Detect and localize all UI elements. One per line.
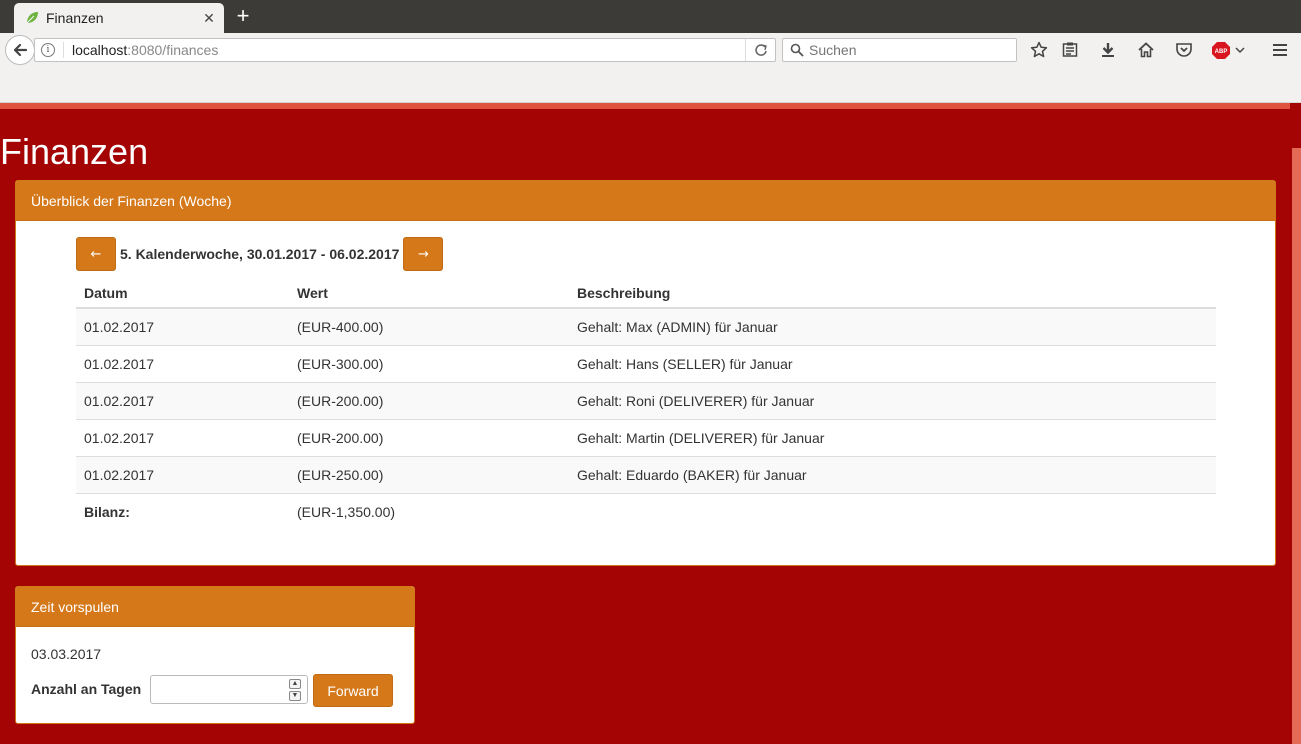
cell-datum: 01.02.2017: [76, 381, 289, 419]
column-header-wert: Wert: [289, 278, 569, 309]
previous-week-button[interactable]: ←: [76, 237, 116, 271]
forward-button[interactable]: Forward: [313, 674, 393, 707]
url-separator: [63, 42, 64, 58]
bilanz-row: Bilanz: (EUR-1,350.00): [76, 492, 1216, 530]
cell-wert: (EUR-200.00): [289, 418, 569, 456]
browser-tab-bar: Finanzen ✕ +: [0, 0, 1301, 33]
search-bar[interactable]: [782, 38, 1017, 62]
column-header-datum: Datum: [76, 278, 289, 309]
bookmark-star-icon[interactable]: [1029, 40, 1049, 60]
page-content: Finanzen Überblick der Finanzen (Woche) …: [0, 103, 1290, 744]
cell-datum: 01.02.2017: [76, 455, 289, 493]
url-path: :8080/finances: [127, 42, 219, 58]
current-date: 03.03.2017: [31, 646, 102, 662]
table-row: 01.02.2017 (EUR-400.00) Gehalt: Max (ADM…: [76, 307, 1216, 345]
cell-wert: (EUR-400.00): [289, 307, 569, 345]
home-icon[interactable]: [1136, 40, 1156, 60]
column-header-beschreibung: Beschreibung: [569, 278, 1216, 309]
cell-datum: 01.02.2017: [76, 344, 289, 382]
cell-beschreibung: Gehalt: Hans (SELLER) für Januar: [569, 344, 1216, 382]
days-label: Anzahl an Tagen: [31, 681, 142, 697]
spin-down-icon[interactable]: ▼: [289, 691, 301, 701]
time-forward-heading: Zeit vorspulen: [16, 587, 414, 627]
finance-table: Datum Wert Beschreibung 01.02.2017 (EUR-…: [76, 278, 1216, 530]
info-icon[interactable]: i: [41, 43, 55, 57]
browser-nav-bar: i localhost:8080/finances ABP: [0, 33, 1301, 103]
bilanz-label: Bilanz:: [76, 492, 289, 530]
cell-beschreibung: Gehalt: Martin (DELIVERER) für Januar: [569, 418, 1216, 456]
overview-heading: Überblick der Finanzen (Woche): [16, 181, 1275, 221]
download-icon[interactable]: [1098, 40, 1118, 60]
top-stripe: [0, 103, 1290, 109]
cell-wert: (EUR-300.00): [289, 344, 569, 382]
page-title: Finanzen: [0, 131, 149, 172]
back-icon[interactable]: [5, 35, 35, 65]
reload-icon[interactable]: [745, 39, 775, 61]
adblock-icon[interactable]: ABP: [1212, 40, 1246, 60]
cell-beschreibung: Gehalt: Max (ADMIN) für Januar: [569, 307, 1216, 345]
url-bar[interactable]: i localhost:8080/finances: [34, 38, 776, 62]
page-scrollbar[interactable]: [1290, 103, 1301, 744]
cell-datum: 01.02.2017: [76, 307, 289, 345]
week-navigation: ← 5. Kalenderwoche, 30.01.2017 - 06.02.2…: [76, 237, 444, 271]
table-row: 01.02.2017 (EUR-200.00) Gehalt: Martin (…: [76, 418, 1216, 456]
cell-beschreibung: Gehalt: Roni (DELIVERER) für Januar: [569, 381, 1216, 419]
new-tab-button[interactable]: +: [232, 5, 254, 27]
pocket-icon[interactable]: [1174, 40, 1194, 60]
spring-leaf-icon: [24, 10, 40, 26]
days-number-input[interactable]: ▲ ▼: [150, 675, 308, 704]
scrollbar-thumb[interactable]: [1292, 148, 1301, 744]
table-row: 01.02.2017 (EUR-200.00) Gehalt: Roni (DE…: [76, 381, 1216, 419]
number-spinner: ▲ ▼: [289, 679, 301, 701]
cell-wert: (EUR-200.00): [289, 381, 569, 419]
table-header-row: Datum Wert Beschreibung: [76, 278, 1216, 309]
table-row: 01.02.2017 (EUR-250.00) Gehalt: Eduardo …: [76, 455, 1216, 493]
cell-beschreibung: Gehalt: Eduardo (BAKER) für Januar: [569, 455, 1216, 493]
cell-datum: 01.02.2017: [76, 418, 289, 456]
cell-wert: (EUR-250.00): [289, 455, 569, 493]
svg-text:ABP: ABP: [1215, 49, 1228, 55]
close-icon[interactable]: ✕: [200, 9, 218, 27]
search-icon: [787, 43, 807, 57]
reader-list-icon[interactable]: [1060, 40, 1080, 60]
bilanz-empty-cell: [569, 492, 1216, 530]
url-text[interactable]: localhost:8080/finances: [72, 42, 745, 58]
menu-icon[interactable]: [1270, 40, 1290, 60]
tab-title: Finanzen: [46, 10, 104, 26]
finance-overview-panel: Überblick der Finanzen (Woche) ← 5. Kale…: [15, 180, 1276, 566]
spin-up-icon[interactable]: ▲: [289, 679, 301, 689]
time-forward-panel: Zeit vorspulen 03.03.2017 Anzahl an Tage…: [15, 586, 415, 724]
week-label: 5. Kalenderwoche, 30.01.2017 - 06.02.201…: [120, 246, 400, 262]
next-week-button[interactable]: →: [403, 237, 444, 271]
table-row: 01.02.2017 (EUR-300.00) Gehalt: Hans (SE…: [76, 344, 1216, 382]
browser-tab[interactable]: Finanzen ✕: [14, 3, 224, 33]
url-host: localhost: [72, 42, 128, 58]
search-input[interactable]: [809, 42, 1009, 58]
bilanz-value: (EUR-1,350.00): [289, 492, 569, 530]
